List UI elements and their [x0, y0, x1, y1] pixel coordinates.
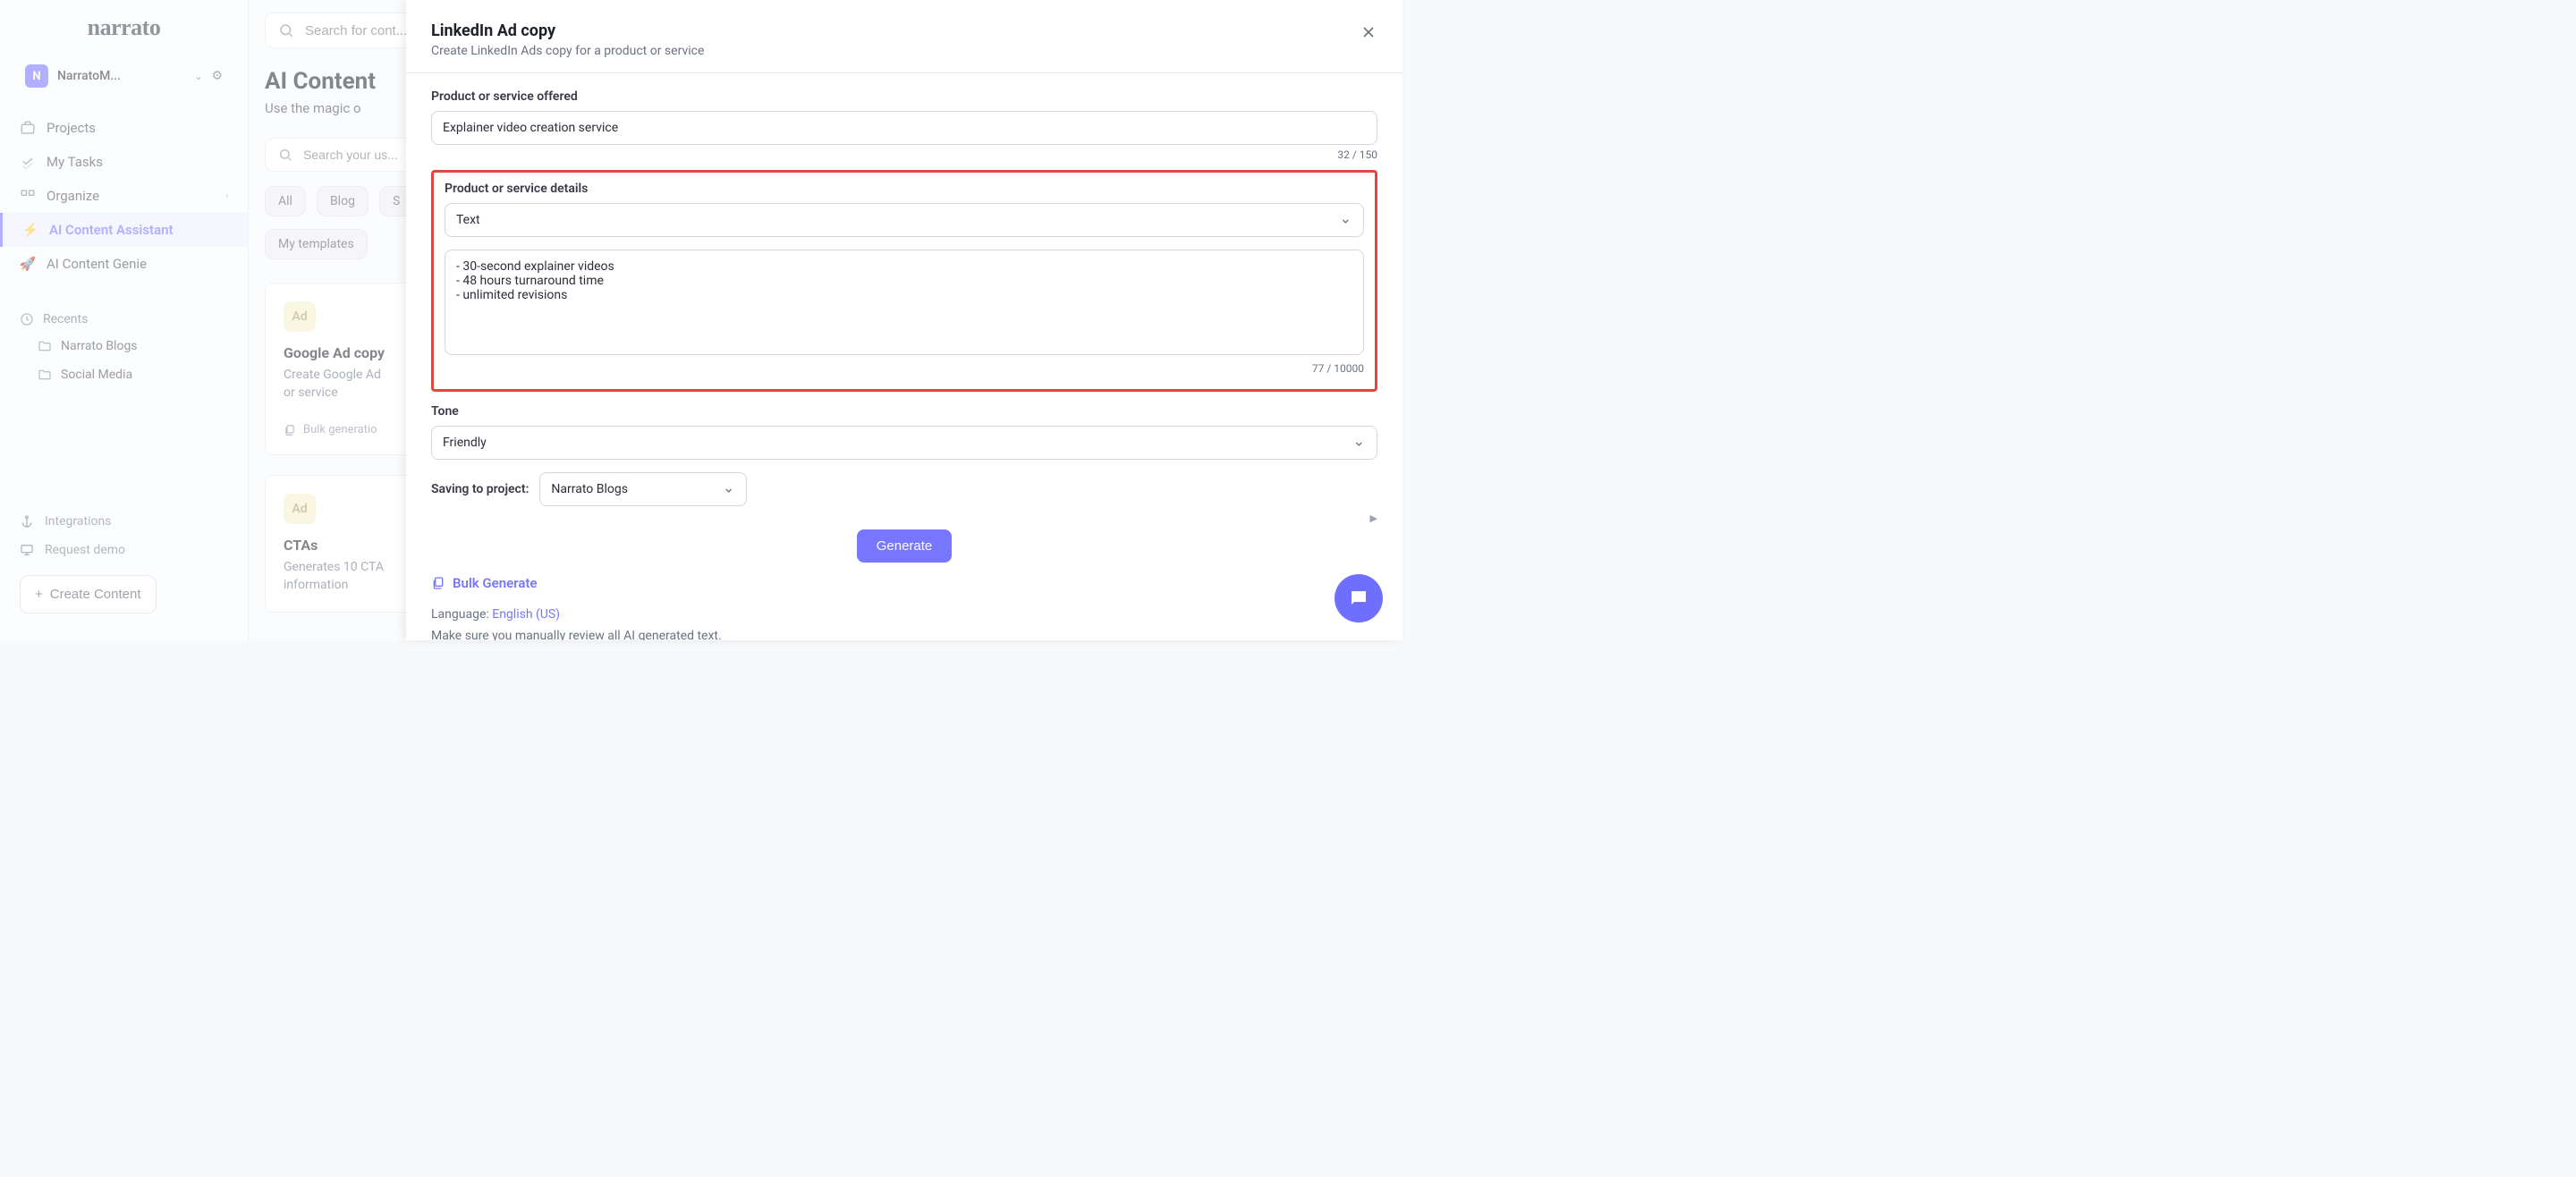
- product-counter: 32 / 150: [431, 148, 1377, 161]
- card-desc: Generates 10 CTA: [284, 560, 384, 574]
- search-icon: [278, 148, 292, 162]
- sidebar-item-request-demo[interactable]: Request demo: [0, 536, 248, 564]
- product-offered-input[interactable]: [431, 111, 1377, 145]
- card-desc: Create Google Ad: [284, 368, 381, 382]
- sidebar: narrato N NarratoM... ⌄ ⚙ Projects My Ta…: [0, 0, 249, 640]
- tone-select[interactable]: [431, 426, 1377, 460]
- gear-icon[interactable]: ⚙: [211, 69, 223, 83]
- language-line: Language: English (US): [431, 607, 1377, 622]
- details-label: Product or service details: [445, 182, 1364, 196]
- sidebar-item-label: Request demo: [45, 543, 125, 557]
- sidebar-item-integrations[interactable]: Integrations: [0, 507, 248, 536]
- modal-subtitle: Create LinkedIn Ads copy for a product o…: [431, 44, 1377, 58]
- sidebar-item-my-tasks[interactable]: My Tasks: [0, 145, 248, 179]
- workspace-badge: N: [25, 64, 48, 88]
- search-icon: [278, 22, 294, 38]
- stack-icon: [431, 576, 445, 590]
- organize-icon: [20, 188, 36, 204]
- monitor-icon: [20, 543, 34, 557]
- create-content-button[interactable]: + Create Content: [20, 575, 157, 614]
- stack-icon: [284, 424, 296, 436]
- briefcase-icon: [20, 120, 36, 136]
- tone-label: Tone: [431, 404, 1377, 419]
- card-footer-text: Bulk generatio: [303, 423, 377, 436]
- clock-icon: [20, 312, 34, 326]
- ad-icon: Ad: [284, 301, 316, 332]
- sidebar-item-label: AI Content Genie: [47, 256, 147, 272]
- recent-label: Social Media: [61, 368, 132, 382]
- create-content-label: Create Content: [50, 587, 141, 602]
- review-note: Make sure you manually review all AI gen…: [431, 629, 1377, 640]
- product-offered-label: Product or service offered: [431, 89, 1377, 104]
- recents-header: Recents: [0, 307, 248, 332]
- plus-icon: +: [35, 587, 43, 602]
- project-select[interactable]: [539, 472, 747, 506]
- sidebar-item-label: Organize: [47, 188, 99, 204]
- generate-button[interactable]: Generate: [857, 529, 953, 563]
- ad-icon: Ad: [284, 494, 316, 524]
- details-highlight-box: Product or service details 77 / 10000: [431, 170, 1377, 392]
- modal-title: LinkedIn Ad copy: [431, 21, 1377, 40]
- sidebar-item-label: My Tasks: [47, 154, 103, 170]
- linkedin-ad-modal: LinkedIn Ad copy Create LinkedIn Ads cop…: [406, 0, 1402, 640]
- sidebar-item-ai-content-genie[interactable]: 🚀 AI Content Genie: [0, 247, 248, 281]
- rocket-icon: 🚀: [20, 256, 36, 272]
- chip-blog[interactable]: Blog: [317, 186, 369, 216]
- chevron-down-icon[interactable]: ⌄: [194, 71, 202, 82]
- recent-item-narrato-blogs[interactable]: Narrato Blogs: [0, 332, 248, 360]
- folder-icon: [38, 368, 52, 382]
- recents-label: Recents: [43, 312, 88, 326]
- sidebar-item-label: Projects: [47, 120, 96, 136]
- recent-label: Narrato Blogs: [61, 339, 138, 353]
- workspace-name: NarratoM...: [57, 69, 185, 83]
- chevron-right-icon: ›: [225, 191, 228, 201]
- saving-to-project-label: Saving to project:: [431, 482, 529, 496]
- sidebar-item-label: Integrations: [45, 514, 111, 529]
- chip-all[interactable]: All: [265, 186, 306, 216]
- sidebar-item-label: AI Content Assistant: [49, 222, 174, 238]
- card-desc: information: [284, 578, 348, 592]
- details-textarea[interactable]: [445, 250, 1364, 355]
- close-icon[interactable]: [1356, 20, 1381, 45]
- workspace-selector[interactable]: N NarratoM... ⌄ ⚙: [16, 57, 232, 95]
- chip-my-templates[interactable]: My templates: [265, 229, 368, 259]
- details-counter: 77 / 10000: [445, 362, 1364, 375]
- card-desc: or service: [284, 385, 338, 400]
- recent-item-social-media[interactable]: Social Media: [0, 360, 248, 389]
- expand-caret-icon[interactable]: ▶: [1370, 512, 1377, 524]
- folder-icon: [38, 339, 52, 353]
- sidebar-item-ai-content-assistant[interactable]: ⚡ AI Content Assistant: [0, 213, 248, 247]
- language-select[interactable]: English (US): [492, 607, 560, 622]
- sidebar-item-organize[interactable]: Organize ›: [0, 179, 248, 213]
- chat-bubble-button[interactable]: [1335, 574, 1383, 622]
- bulk-generate-label: Bulk Generate: [453, 575, 538, 591]
- logo: narrato: [88, 14, 161, 41]
- lightning-icon: ⚡: [22, 222, 38, 238]
- sidebar-item-projects[interactable]: Projects: [0, 111, 248, 145]
- check-icon: [20, 154, 36, 170]
- bulk-generate-link[interactable]: Bulk Generate: [431, 575, 1377, 591]
- anchor-icon: [20, 514, 34, 529]
- details-type-select[interactable]: [445, 203, 1364, 237]
